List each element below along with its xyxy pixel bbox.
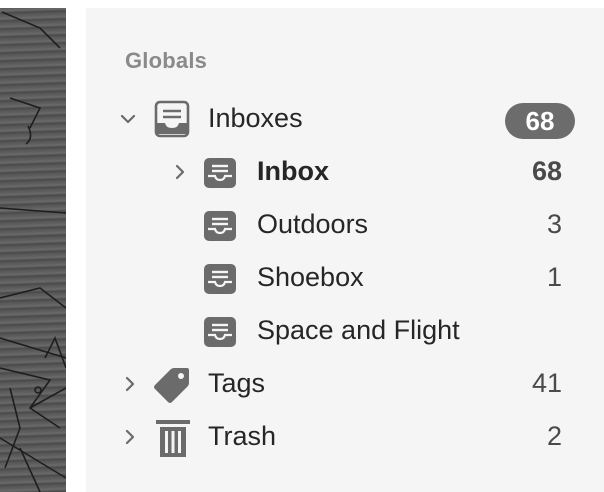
tag-count: 41 (531, 368, 562, 398)
sidebar-item-outdoors[interactable]: Outdoors 3 (86, 200, 604, 250)
sidebar-item-label: Inbox (257, 156, 329, 186)
sidebar-item-label: Tags (208, 368, 266, 398)
sidebar-item-inboxes[interactable]: Inboxes 68 (86, 94, 604, 144)
tray-icon (204, 317, 236, 347)
sidebar-item-shoebox[interactable]: Shoebox 1 (86, 253, 604, 303)
unread-count: 68 (531, 156, 562, 186)
unread-count-badge: 68 (505, 103, 575, 139)
sidebar-item-label: Outdoors (257, 209, 369, 239)
chevron-down-icon[interactable] (118, 109, 138, 129)
tray-stack-icon (154, 100, 190, 138)
chevron-right-icon[interactable] (120, 374, 140, 394)
sidebar-item-label: Space and Flight (257, 315, 460, 345)
tray-icon (204, 211, 236, 241)
sidebar-item-trash[interactable]: Trash 2 (86, 412, 604, 462)
trash-count: 2 (546, 421, 562, 451)
chevron-right-icon[interactable] (170, 162, 190, 182)
window-gap (66, 8, 86, 492)
sidebar-item-inbox[interactable]: Inbox 68 (86, 147, 604, 197)
desktop-wallpaper (0, 8, 66, 492)
sidebar-item-label: Inboxes (208, 103, 303, 133)
tag-icon (154, 368, 189, 403)
sidebar: Globals Inboxes 68 Inbox 68 Outdoors 3 S… (86, 8, 604, 492)
tray-icon (204, 158, 236, 188)
unread-count: 3 (546, 209, 562, 239)
trash-icon (156, 420, 190, 457)
chevron-right-icon[interactable] (120, 427, 140, 447)
tray-icon (204, 264, 236, 294)
sidebar-item-tags[interactable]: Tags 41 (86, 359, 604, 409)
sidebar-item-label: Shoebox (257, 262, 364, 292)
window: Globals Inboxes 68 Inbox 68 Outdoors 3 S… (0, 0, 604, 492)
sidebar-item-space-and-flight[interactable]: Space and Flight (86, 306, 604, 356)
sidebar-item-label: Trash (208, 421, 277, 451)
unread-count: 1 (546, 262, 562, 292)
section-header-globals: Globals (125, 48, 208, 73)
